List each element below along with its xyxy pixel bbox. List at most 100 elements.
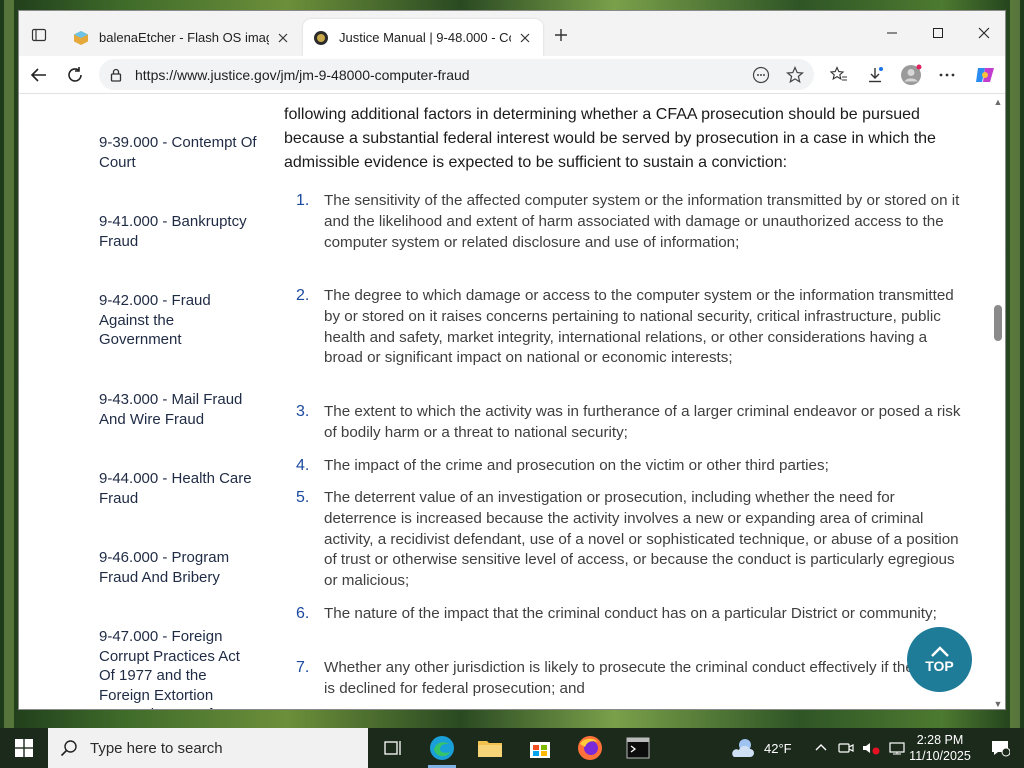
- folder-icon: [478, 741, 502, 757]
- scroll-down-arrow-icon[interactable]: ▼: [993, 699, 1003, 709]
- terminal-icon: [626, 737, 650, 759]
- list-text: The nature of the impact that the crimin…: [324, 605, 937, 622]
- desktop-wallpaper-stripe: [1010, 0, 1020, 728]
- nav-link-fraud-against-government[interactable]: 9-42.000 - Fraud Against the Government: [99, 291, 259, 350]
- network-icon[interactable]: [888, 741, 906, 755]
- close-window-button[interactable]: [961, 11, 1005, 55]
- notification-icon: [992, 741, 1010, 757]
- search-icon: [60, 740, 77, 757]
- close-tab-icon[interactable]: [517, 30, 533, 46]
- address-bar[interactable]: https://www.justice.gov/jm/jm-9-48000-co…: [99, 59, 814, 90]
- taskbar-search-box[interactable]: Type here to search: [48, 728, 368, 768]
- nav-link-label: 9-46.000 - Program Fraud And Bribery: [99, 549, 230, 586]
- more-options-button[interactable]: [933, 61, 961, 89]
- minimize-icon: [887, 32, 897, 34]
- task-view-button[interactable]: [368, 728, 416, 768]
- taskbar-store[interactable]: [516, 728, 564, 768]
- start-button[interactable]: [0, 728, 48, 768]
- list-text: The degree to which damage or access to …: [324, 287, 954, 367]
- back-to-top-label: TOP: [925, 657, 954, 674]
- store-bag-icon: [530, 742, 550, 758]
- list-text: The impact of the crime and prosecution …: [324, 457, 829, 474]
- list-number: 6.: [296, 605, 310, 622]
- clock-date: 11/10/2025: [909, 749, 971, 763]
- maximize-button[interactable]: [915, 11, 961, 55]
- tab-bar: balenaEtcher - Flash OS images to Justic…: [19, 11, 1005, 56]
- new-tab-button[interactable]: [549, 23, 573, 47]
- lock-icon: [110, 68, 122, 82]
- refresh-icon: [68, 67, 82, 82]
- taskbar-clock[interactable]: 2:28 PM 11/10/2025: [905, 732, 975, 764]
- page-viewport: 9-39.000 - Contempt Of Court 9-41.000 - …: [19, 95, 993, 709]
- doj-seal-icon: [314, 30, 328, 45]
- list-number: 3.: [296, 403, 310, 420]
- intro-paragraph: following additional factors in determin…: [284, 106, 936, 171]
- windows-logo-icon: [15, 739, 33, 757]
- download-icon: [869, 67, 883, 83]
- tab-justice-manual[interactable]: Justice Manual | 9-48.000 - Comp: [303, 19, 543, 56]
- nav-link-label: 9-42.000 - Fraud Against the Government: [99, 292, 211, 348]
- profile-button[interactable]: [897, 61, 925, 89]
- taskbar-file-explorer[interactable]: [466, 728, 514, 768]
- tab-actions-button[interactable]: [27, 23, 51, 47]
- nav-link-health-care-fraud[interactable]: 9-44.000 - Health Care Fraud: [99, 469, 259, 508]
- notification-center-button[interactable]: [976, 728, 1024, 768]
- favorite-star-icon[interactable]: [786, 65, 804, 84]
- balena-cube-icon: [74, 30, 88, 45]
- copilot-button[interactable]: [971, 61, 999, 89]
- edge-icon: [430, 736, 454, 760]
- list-number: 2.: [296, 287, 310, 304]
- scrollbar-thumb[interactable]: [994, 305, 1002, 341]
- nav-link-mail-wire-fraud[interactable]: 9-43.000 - Mail Fraud And Wire Fraud: [99, 390, 259, 429]
- list-text: The extent to which the activity was in …: [324, 403, 961, 441]
- back-button[interactable]: [25, 61, 53, 89]
- refresh-button[interactable]: [61, 61, 89, 89]
- taskbar-edge[interactable]: [418, 728, 466, 768]
- tab-balenaetcher[interactable]: balenaEtcher - Flash OS images to: [63, 19, 301, 56]
- task-view-icon: [384, 741, 401, 755]
- cloudy-moon-icon: [732, 739, 754, 757]
- chevron-up-icon: [930, 645, 949, 657]
- tab-title: Justice Manual | 9-48.000 - Comp: [339, 30, 511, 45]
- meet-now-icon[interactable]: [838, 741, 854, 755]
- navigation-toolbar: https://www.justice.gov/jm/jm-9-48000-co…: [19, 56, 1005, 94]
- desktop-wallpaper-stripe: [4, 0, 14, 728]
- nav-link-label: 9-43.000 - Mail Fraud And Wire Fraud: [99, 391, 243, 428]
- nav-link-bankruptcy-fraud[interactable]: 9-41.000 - Bankruptcy Fraud: [99, 212, 259, 251]
- list-text: The sensitivity of the affected computer…: [324, 192, 960, 251]
- taskbar-terminal[interactable]: [614, 728, 662, 768]
- nav-link-foreign-corrupt-practices[interactable]: 9-47.000 - Foreign Corrupt Practices Act…: [99, 627, 259, 709]
- back-arrow-icon: [30, 68, 46, 82]
- copilot-icon: [976, 68, 994, 82]
- weather-temp: 42°F: [764, 740, 792, 756]
- nav-link-label: 9-41.000 - Bankruptcy Fraud: [99, 213, 247, 250]
- windows-taskbar: Type here to search 42°F 2:28 PM 11/10/2…: [0, 728, 1024, 768]
- firefox-icon: [578, 736, 602, 760]
- ellipsis-icon: [939, 73, 955, 77]
- nav-link-contempt-of-court[interactable]: 9-39.000 - Contempt Of Court: [99, 133, 259, 172]
- show-hidden-icons-icon[interactable]: [814, 741, 828, 755]
- favorites-button[interactable]: [825, 61, 853, 89]
- clock-time: 2:28 PM: [916, 733, 964, 747]
- url-text: https://www.justice.gov/jm/jm-9-48000-co…: [135, 66, 470, 83]
- reading-mode-icon[interactable]: [752, 66, 770, 84]
- minimize-button[interactable]: [869, 11, 915, 55]
- nav-link-label: 9-47.000 - Foreign Corrupt Practices Act…: [99, 628, 240, 709]
- tab-title: balenaEtcher - Flash OS images to: [99, 30, 269, 45]
- list-number: 5.: [296, 489, 310, 506]
- vertical-scrollbar[interactable]: ▲ ▼: [991, 95, 1005, 709]
- list-number: 4.: [296, 457, 310, 474]
- plus-icon: [555, 29, 567, 41]
- back-to-top-button[interactable]: TOP: [907, 627, 972, 692]
- downloads-button[interactable]: [861, 61, 889, 89]
- close-tab-icon[interactable]: [275, 30, 291, 46]
- favorites-list-icon: [830, 66, 847, 81]
- weather-widget[interactable]: 42°F: [730, 728, 792, 768]
- volume-muted-icon[interactable]: [862, 741, 880, 755]
- scroll-up-arrow-icon[interactable]: ▲: [993, 97, 1003, 107]
- avatar-icon: [901, 64, 922, 85]
- taskbar-firefox[interactable]: [566, 728, 614, 768]
- nav-link-program-fraud-bribery[interactable]: 9-46.000 - Program Fraud And Bribery: [99, 548, 259, 587]
- list-number: 7.: [296, 659, 310, 676]
- nav-link-label: 9-44.000 - Health Care Fraud: [99, 470, 252, 507]
